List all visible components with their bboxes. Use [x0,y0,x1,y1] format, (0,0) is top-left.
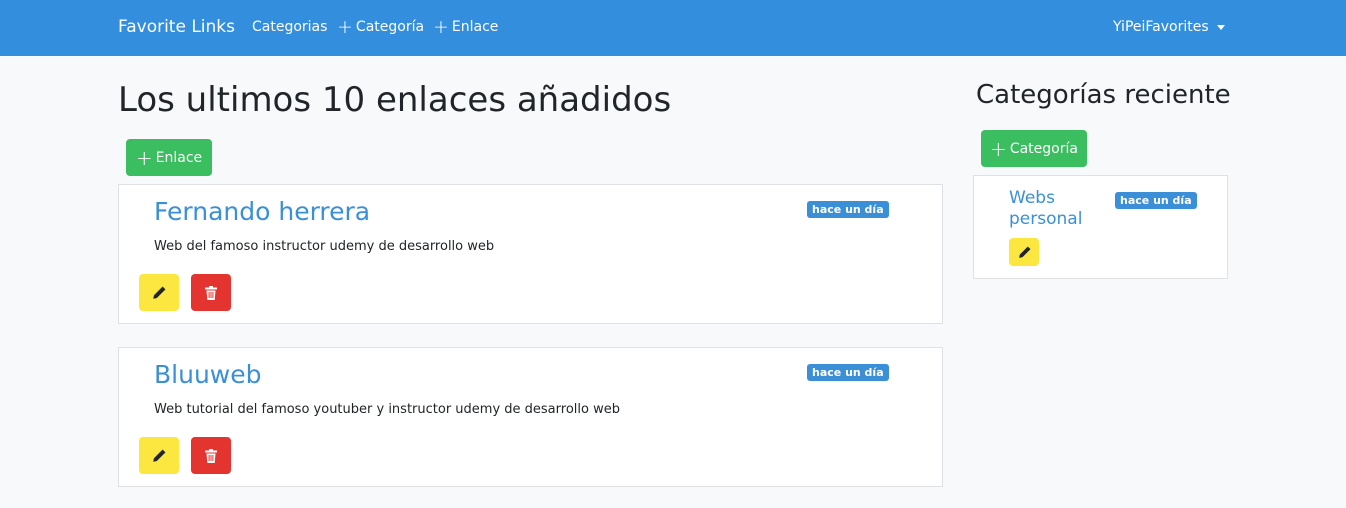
nav-link-add-enlace[interactable]: + Enlace [433,16,499,38]
pencil-icon [153,285,166,299]
pencil-icon [1018,245,1031,258]
add-category-label: Categoría [1009,140,1078,157]
category-name-line: Webs [1009,188,1055,208]
time-badge: hace un día [1115,192,1197,209]
nav-link-label: Categoría [355,19,425,35]
link-card: Bluuweb hace un día Web tutorial del fam… [118,347,943,487]
trash-icon [205,285,217,300]
plus-icon: + [135,145,153,170]
nav-link-categorias[interactable]: Categorias [252,19,327,35]
time-badge: hace un día [807,364,889,381]
link-title[interactable]: Bluuweb [154,360,261,389]
nav-link-label: Categorias [252,19,328,35]
add-link-label: Enlace [155,149,203,166]
edit-category-button[interactable] [1009,238,1039,266]
nav-link-label: Enlace [451,19,499,35]
caret-down-icon [1216,24,1225,30]
category-name[interactable]: Webs personal [1009,188,1082,230]
link-title[interactable]: Fernando herrera [154,197,370,226]
plus-icon: + [337,16,353,38]
edit-button[interactable] [139,437,179,474]
link-card: Fernando herrera hace un día Web del fam… [118,184,943,324]
edit-button[interactable] [139,274,179,311]
nav-link-add-categoria[interactable]: + Categoría [337,16,425,38]
link-description: Web del famoso instructor udemy de desar… [154,239,495,254]
time-badge: hace un día [807,201,889,218]
link-description: Web tutorial del famoso youtuber y instr… [154,402,620,417]
trash-icon [205,448,217,463]
page-title: Los ultimos 10 enlaces añadidos [118,80,672,120]
plus-icon: + [990,136,1007,161]
add-category-button[interactable]: + Categoría [981,130,1087,167]
brand-link[interactable]: Favorite Links [118,17,235,37]
category-name-line: personal [1009,209,1083,229]
user-name: YiPeiFavorites [1113,19,1209,35]
delete-button[interactable] [191,437,231,474]
sidebar-title: Categorías reciente [976,80,1231,110]
user-dropdown[interactable]: YiPeiFavorites [1113,19,1225,35]
navbar: Favorite Links Categorias + Categoría + … [0,0,1346,56]
pencil-icon [153,448,166,462]
add-link-button[interactable]: + Enlace [126,139,212,176]
delete-button[interactable] [191,274,231,311]
plus-icon: + [433,16,449,38]
category-card: Webs personal hace un día [973,175,1228,279]
